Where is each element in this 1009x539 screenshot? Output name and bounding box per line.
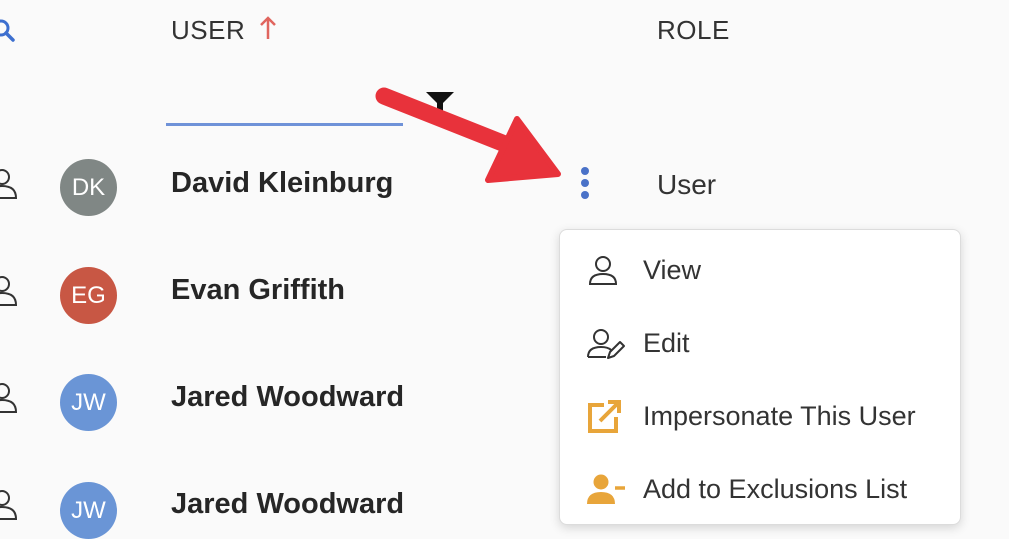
user-role: User [657, 169, 717, 200]
user-edit-icon [587, 328, 625, 359]
avatar: DK [60, 159, 117, 216]
user-name[interactable]: Jared Woodward [171, 381, 404, 414]
menu-item-label: Add to Exclusions List [643, 474, 908, 504]
user-icon [0, 169, 18, 199]
external-link-icon [588, 399, 621, 433]
user-icon [0, 490, 18, 520]
column-header-user[interactable]: USER [171, 15, 245, 46]
avatar: JW [60, 482, 117, 539]
user-name[interactable]: Jared Woodward [171, 488, 404, 521]
column-header-role[interactable]: ROLE [657, 15, 730, 46]
arrow-up-icon[interactable] [258, 14, 278, 42]
user-minus-icon [587, 474, 625, 504]
user-icon [588, 255, 618, 285]
menu-item-impersonate[interactable]: Impersonate This User [560, 380, 960, 453]
menu-item-view[interactable]: View [560, 234, 960, 307]
menu-item-add-exclusion[interactable]: Add to Exclusions List [560, 453, 960, 526]
context-menu: View Edit Impersonate This User Add to E… [559, 229, 961, 525]
user-icon [0, 276, 18, 306]
menu-item-edit[interactable]: Edit [560, 307, 960, 380]
user-icon [0, 383, 18, 413]
menu-item-label: View [643, 255, 702, 285]
user-filter-input[interactable] [166, 123, 403, 126]
menu-item-label: Edit [643, 328, 690, 358]
menu-item-label: Impersonate This User [643, 401, 916, 431]
more-options-icon[interactable] [575, 165, 595, 203]
user-name[interactable]: David Kleinburg [171, 167, 393, 200]
search-icon[interactable] [0, 18, 16, 44]
avatar: EG [60, 267, 117, 324]
annotation-arrow [375, 87, 561, 183]
avatar: JW [60, 374, 117, 431]
user-name[interactable]: Evan Griffith [171, 274, 345, 307]
